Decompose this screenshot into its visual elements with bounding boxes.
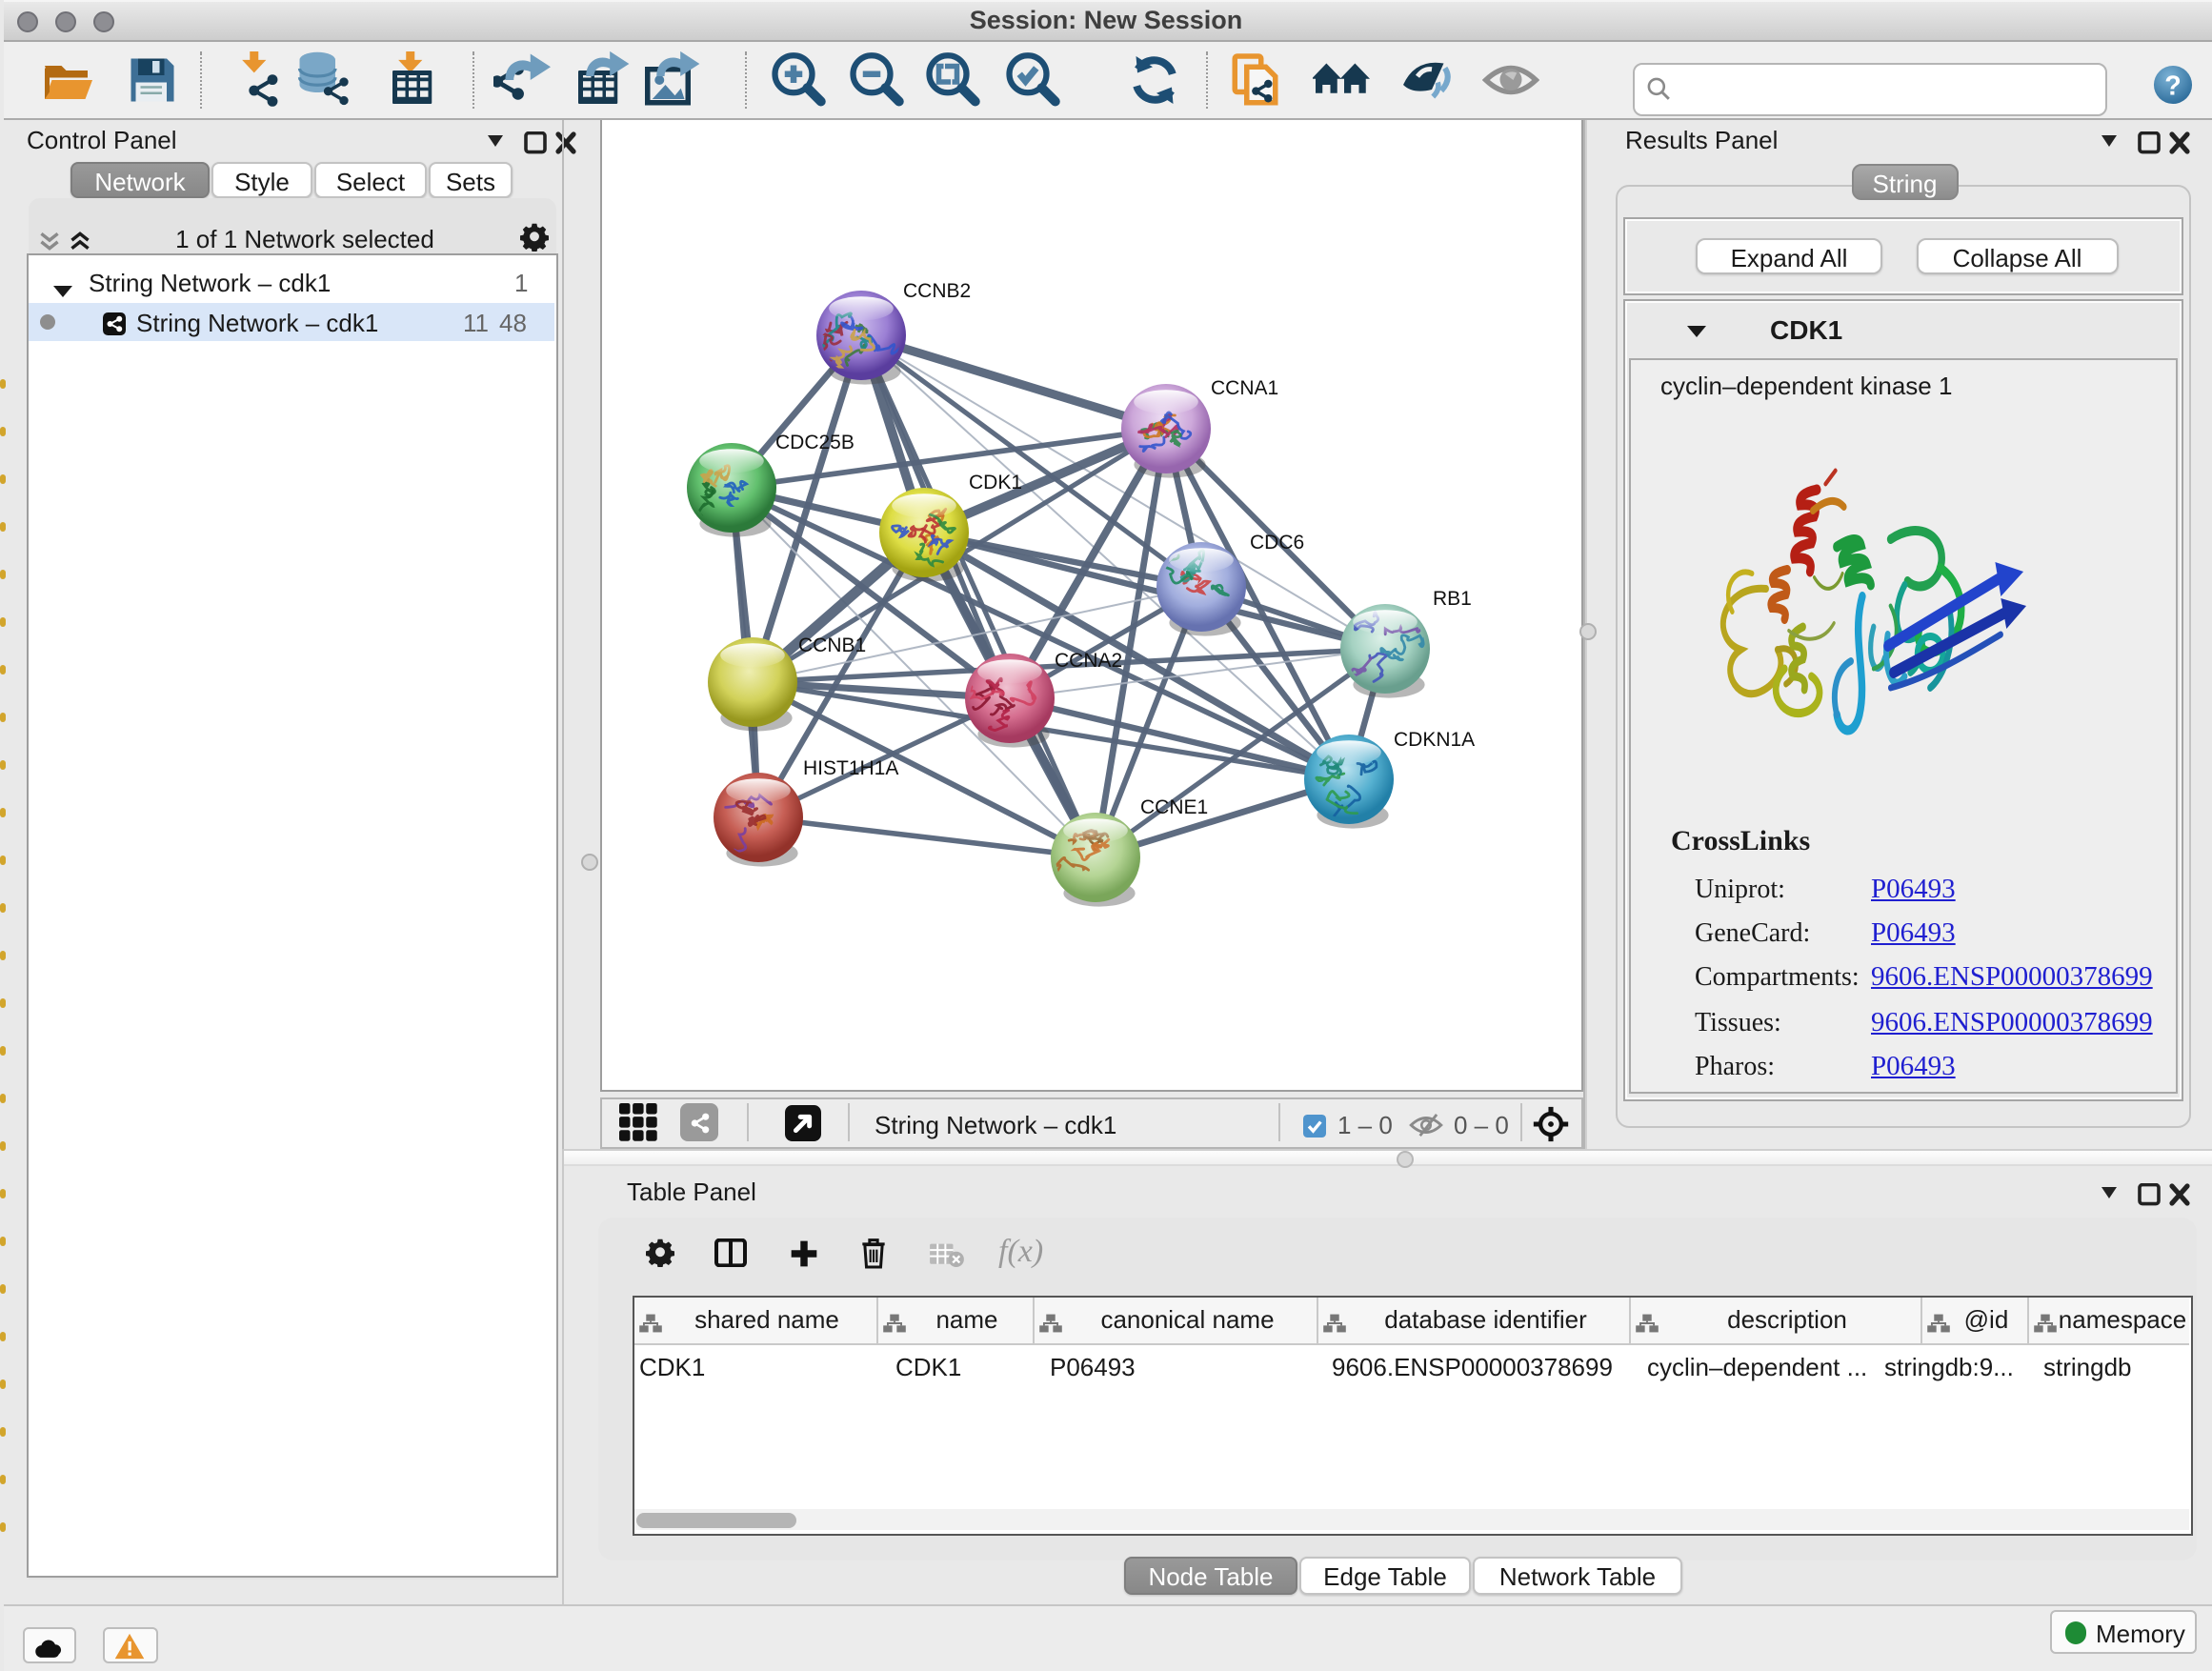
svg-text:?: ? [2164,70,2182,101]
svg-text:CDC6: CDC6 [1250,531,1304,553]
svg-text:CCNE1: CCNE1 [1140,795,1208,817]
svg-text:CDC25B: CDC25B [775,431,855,453]
svg-text:CCNA2: CCNA2 [1055,649,1122,671]
svg-text:HIST1H1A: HIST1H1A [803,756,898,778]
svg-text:CDKN1A: CDKN1A [1394,728,1475,750]
svg-text:CDK1: CDK1 [969,471,1022,493]
svg-text:CCNA1: CCNA1 [1211,376,1278,398]
svg-text:CCNB1: CCNB1 [798,634,866,655]
svg-text:CCNB2: CCNB2 [903,279,971,301]
svg-text:RB1: RB1 [1433,587,1472,609]
